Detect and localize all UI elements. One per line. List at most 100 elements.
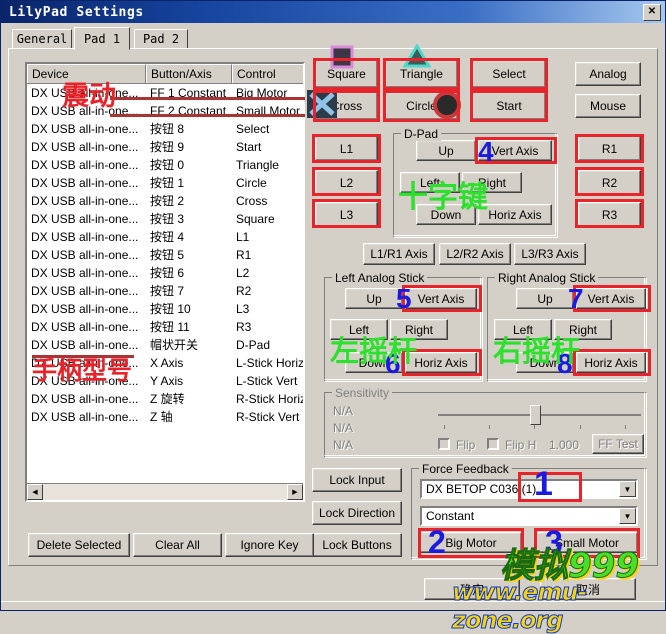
binding-list[interactable]: Device Button/Axis Control DX USB all-in… xyxy=(25,62,305,502)
table-row[interactable]: DX USB all-in-one... Y Axis L-Stick Vert xyxy=(27,372,303,390)
button-square[interactable]: Square xyxy=(315,60,378,88)
table-row[interactable]: DX USB all-in-one... 按钮 6 L2 xyxy=(27,264,303,282)
button-l3[interactable]: L3 xyxy=(315,202,378,227)
ff-device-combo[interactable]: DX BETOP C036 (1) ▼ xyxy=(420,479,638,499)
table-row[interactable]: DX USB all-in-one... 按钮 11 R3 xyxy=(27,318,303,336)
lock-buttons-button[interactable]: Lock Buttons xyxy=(312,533,402,557)
button-l1[interactable]: L1 xyxy=(315,136,378,161)
chevron-down-icon-2[interactable]: ▼ xyxy=(619,508,636,524)
lstick-right-button[interactable]: Right xyxy=(390,319,448,340)
lstick-vert-axis-button[interactable]: Vert Axis xyxy=(405,288,477,309)
cell-control: Circle xyxy=(236,176,267,190)
cell-device: DX USB all-in-one... xyxy=(31,158,139,172)
tab-pad-2[interactable]: Pad 2 xyxy=(134,29,188,49)
dpad-right-button[interactable]: Right xyxy=(462,172,522,193)
ok-button[interactable]: 确定 xyxy=(424,578,520,600)
dpad-vert-axis-button[interactable]: Vert Axis xyxy=(478,140,552,161)
table-row[interactable]: DX USB all-in-one... 按钮 5 R1 xyxy=(27,246,303,264)
flip-checkbox[interactable] xyxy=(438,438,450,450)
column-header-device[interactable]: Device xyxy=(27,64,146,83)
ignore-key-button[interactable]: Ignore Key xyxy=(225,533,314,557)
flip-h-checkbox[interactable] xyxy=(487,438,499,450)
button-r1[interactable]: R1 xyxy=(578,136,641,161)
cell-button-axis: 按钮 2 xyxy=(150,194,185,208)
cell-device: DX USB all-in-one... xyxy=(31,140,139,154)
column-header-control[interactable]: Control xyxy=(232,64,303,83)
sensitivity-slider-thumb[interactable] xyxy=(530,405,541,425)
small-motor-button[interactable]: Small Motor xyxy=(536,532,638,553)
rstick-horiz-axis-button[interactable]: Horiz Axis xyxy=(576,352,646,373)
scroll-left-icon[interactable]: ◀ xyxy=(27,484,43,500)
button-l3-r3-axis[interactable]: L3/R3 Axis xyxy=(514,243,586,265)
button-l2-r2-axis[interactable]: L2/R2 Axis xyxy=(439,243,511,265)
binding-list-body[interactable]: DX USB all-in-one... FF 1 Constant Big Mot… xyxy=(27,84,303,479)
button-select[interactable]: Select xyxy=(472,60,546,88)
cell-control: Select xyxy=(236,122,270,136)
cancel-button[interactable]: 取消 xyxy=(540,578,636,600)
lstick-horiz-axis-button[interactable]: Horiz Axis xyxy=(405,352,477,373)
table-row[interactable]: DX USB all-in-one... 按钮 9 Start xyxy=(27,138,303,156)
button-analog[interactable]: Analog xyxy=(575,62,641,86)
rstick-vert-axis-button[interactable]: Vert Axis xyxy=(576,288,646,309)
scroll-track[interactable] xyxy=(43,484,287,500)
lock-direction-button[interactable]: Lock Direction xyxy=(312,501,402,525)
table-row[interactable]: DX USB all-in-one... 按钮 8 Select xyxy=(27,120,303,138)
button-r2[interactable]: R2 xyxy=(578,170,641,195)
button-triangle[interactable]: Triangle xyxy=(385,60,458,88)
dpad-horiz-axis-button[interactable]: Horiz Axis xyxy=(478,204,552,225)
table-row[interactable]: DX USB all-in-one... FF 2 Constant Small M… xyxy=(27,102,303,120)
table-row[interactable]: DX USB all-in-one... 按钮 10 L3 xyxy=(27,300,303,318)
table-row[interactable]: DX USB all-in-one... 按钮 7 R2 xyxy=(27,282,303,300)
tab-pad-1[interactable]: Pad 1 xyxy=(74,27,130,50)
button-r3[interactable]: R3 xyxy=(578,202,641,227)
dpad-down-button[interactable]: Down xyxy=(416,204,476,225)
ff-effect-combo[interactable]: Constant ▼ xyxy=(420,506,638,526)
table-row[interactable]: DX USB all-in-one... Z 旋转 R-Stick Horiz xyxy=(27,390,303,408)
table-row[interactable]: DX USB all-in-one... 按钮 4 L1 xyxy=(27,228,303,246)
button-l1-r1-axis[interactable]: L1/R1 Axis xyxy=(363,243,435,265)
button-cross[interactable]: Cross xyxy=(315,92,378,120)
lock-input-button[interactable]: Lock Input xyxy=(312,468,402,492)
rstick-left-button[interactable]: Left xyxy=(494,319,552,340)
lstick-down-button[interactable]: Down xyxy=(345,352,403,373)
column-header-button-axis[interactable]: Button/Axis xyxy=(146,64,232,83)
lstick-left-button[interactable]: Left xyxy=(330,319,388,340)
button-start[interactable]: Start xyxy=(472,92,546,120)
close-icon[interactable]: ✕ xyxy=(643,3,661,21)
tab-general[interactable]: General xyxy=(12,29,72,49)
table-row[interactable]: DX USB all-in-one... 帽状开关 D-Pad xyxy=(27,336,303,354)
button-l2[interactable]: L2 xyxy=(315,170,378,195)
rstick-right-button[interactable]: Right xyxy=(554,319,612,340)
cell-control: L2 xyxy=(236,266,250,280)
table-row[interactable]: DX USB all-in-one... 按钮 0 Triangle xyxy=(27,156,303,174)
table-row[interactable]: DX USB all-in-one... FF 1 Constant Big Mot… xyxy=(27,84,303,102)
big-motor-button[interactable]: Big Motor xyxy=(420,532,522,553)
cell-device: DX USB all-in-one... xyxy=(31,86,139,100)
cell-device: DX USB all-in-one... xyxy=(31,248,139,262)
cell-device: DX USB all-in-one... xyxy=(31,356,139,370)
cell-control: L3 xyxy=(236,302,250,316)
delete-selected-button[interactable]: Delete Selected xyxy=(28,533,130,557)
ff-test-button[interactable]: FF Test xyxy=(592,434,644,454)
clear-all-button[interactable]: Clear All xyxy=(133,533,222,557)
lstick-up-button[interactable]: Up xyxy=(345,288,403,309)
table-row[interactable]: DX USB all-in-one... 按钮 2 Cross xyxy=(27,192,303,210)
rstick-down-button[interactable]: Down xyxy=(516,352,574,373)
scroll-right-icon[interactable]: ▶ xyxy=(287,484,303,500)
dpad-left-button[interactable]: Left xyxy=(400,172,460,193)
cell-control: Small Motor xyxy=(236,104,301,118)
chevron-down-icon[interactable]: ▼ xyxy=(619,481,636,497)
binding-list-hscrollbar[interactable]: ◀ ▶ xyxy=(27,483,303,500)
dpad-up-button[interactable]: Up xyxy=(416,140,476,161)
table-row[interactable]: DX USB all-in-one... X Axis L-Stick Horiz xyxy=(27,354,303,372)
table-row[interactable]: DX USB all-in-one... 按钮 1 Circle xyxy=(27,174,303,192)
cell-button-axis: X Axis xyxy=(150,356,184,370)
cell-button-axis: 按钮 4 xyxy=(150,230,185,244)
button-circle[interactable]: Circle xyxy=(385,92,458,120)
table-row[interactable]: DX USB all-in-one... Z 轴 R-Stick Vert xyxy=(27,408,303,426)
cell-device: DX USB all-in-one... xyxy=(31,194,139,208)
table-row[interactable]: DX USB all-in-one... 按钮 3 Square xyxy=(27,210,303,228)
rstick-up-button[interactable]: Up xyxy=(516,288,574,309)
button-mouse[interactable]: Mouse xyxy=(575,94,641,118)
cell-device: DX USB all-in-one... xyxy=(31,212,139,226)
